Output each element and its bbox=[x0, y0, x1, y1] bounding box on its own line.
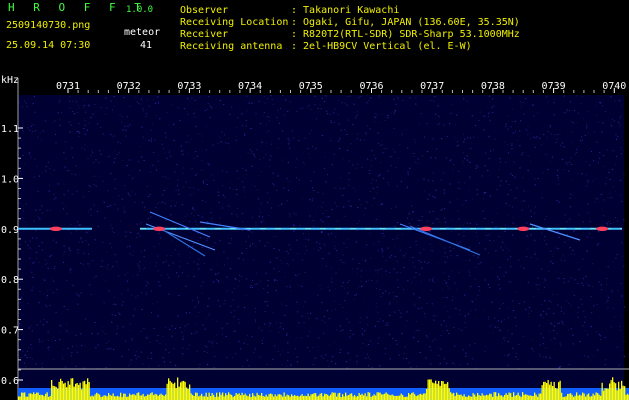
x-tick-label: 0734 bbox=[238, 81, 262, 92]
y-tick-label: 0.7 bbox=[1, 326, 19, 337]
meteor-echo bbox=[517, 226, 530, 231]
x-tick-label: 0737 bbox=[420, 81, 444, 92]
meteor-echo bbox=[420, 226, 433, 231]
x-tick-label: 0735 bbox=[299, 81, 323, 92]
meteor-echo bbox=[153, 226, 166, 231]
x-tick-label: 0732 bbox=[117, 81, 141, 92]
x-tick-label: 0739 bbox=[542, 81, 566, 92]
x-tick-label: 0733 bbox=[177, 81, 201, 92]
x-tick-label: 0731 bbox=[56, 81, 80, 92]
spectrogram: 0731 0732 0733 0734 0735 0736 0737 0738 0739 0740… bbox=[1, 78, 629, 400]
x-tick-label: 0740 bbox=[602, 81, 626, 92]
meteor-echo bbox=[49, 226, 62, 231]
spectrogram-background bbox=[18, 95, 624, 400]
x-tick-label: 0738 bbox=[481, 81, 505, 92]
y-tick-label: 1.0 bbox=[1, 174, 19, 185]
x-tick-label: 0736 bbox=[359, 81, 383, 92]
meteor-echo bbox=[596, 226, 609, 231]
y-tick-label: 0.6 bbox=[1, 376, 19, 387]
y-tick-label: 1.1 bbox=[1, 124, 19, 135]
y-tick-label: 0.9 bbox=[1, 225, 19, 236]
y-tick-label: 0.8 bbox=[1, 275, 19, 286]
